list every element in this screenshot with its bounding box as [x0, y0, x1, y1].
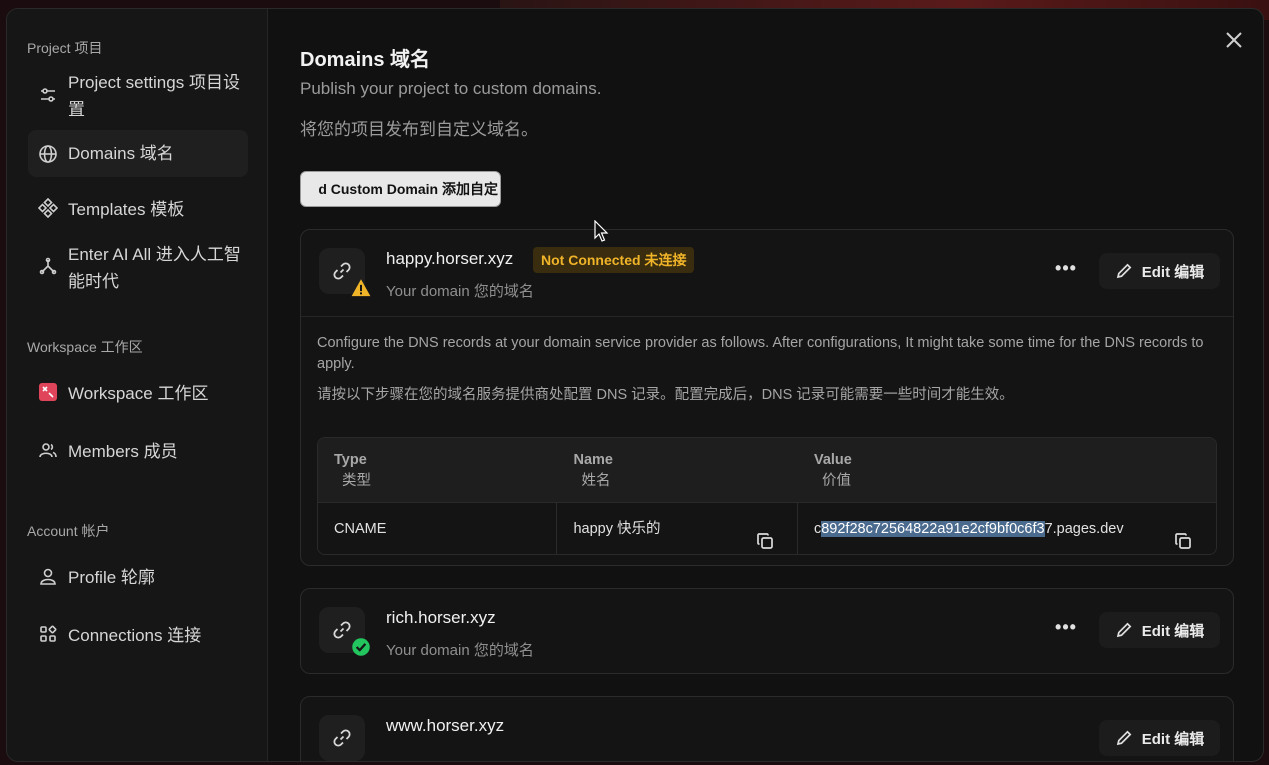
table-row: CNAME happy 快乐的 c892f28c72564822a91e2cf9… — [318, 502, 1216, 554]
templates-icon — [38, 198, 58, 218]
edit-button[interactable]: Edit 编辑 — [1099, 612, 1220, 648]
pencil-icon — [1116, 622, 1132, 638]
page-subtitle: Publish your project to custom domains. — [300, 79, 602, 98]
domain-card-header: www.horser.xyz Edit 编辑 — [301, 697, 1233, 761]
sidebar: Project 项目 Project settings 项目设置 Domains… — [7, 9, 268, 761]
globe-icon — [38, 144, 58, 164]
edit-button[interactable]: Edit 编辑 — [1099, 720, 1220, 756]
dns-description: Configure the DNS records at your domain… — [317, 335, 1204, 372]
sidebar-item-label: Project settings 项目设置 — [68, 73, 240, 119]
sidebar-item-label: Domains 域名 — [68, 144, 174, 163]
sidebar-item-ai[interactable]: Enter AI All 进入人工智能时代 — [28, 239, 248, 297]
domain-name: www.horser.xyz — [386, 716, 505, 735]
domain-card-header: rich.horser.xyz Your domain 您的域名 ••• Edi… — [301, 589, 1233, 673]
domain-card: happy.horser.xyz Not Connected 未连接 Your … — [300, 229, 1234, 566]
close-button[interactable] — [1223, 29, 1245, 51]
members-icon — [38, 440, 58, 460]
sidebar-item-templates[interactable]: Templates 模板 — [28, 194, 248, 225]
domain-card: rich.horser.xyz Your domain 您的域名 ••• Edi… — [300, 588, 1234, 674]
sidebar-item-members[interactable]: Members 成员 — [28, 436, 248, 467]
mouse-cursor-icon — [594, 220, 609, 242]
sidebar-section-workspace: Workspace 工作区 — [27, 339, 143, 355]
domain-card: www.horser.xyz Edit 编辑 — [300, 696, 1234, 761]
sidebar-item-profile[interactable]: Profile 轮廓 — [28, 562, 248, 593]
domain-subtitle: Your domain 您的域名 — [386, 283, 534, 300]
pencil-icon — [1116, 730, 1132, 746]
domain-link-icon — [319, 607, 370, 656]
user-icon — [38, 566, 58, 586]
record-name: happy 快乐的 — [573, 521, 661, 537]
sidebar-item-workspace[interactable]: Workspace 工作区 — [28, 378, 248, 409]
sidebar-section-account: Account 帐户 — [27, 523, 110, 539]
table-header: Type 类型 Name 姓名 Value 价值 — [318, 438, 1216, 502]
copy-icon[interactable] — [1174, 520, 1192, 549]
close-icon — [1226, 32, 1242, 48]
column-header-value: Value 价值 — [813, 452, 852, 489]
sidebar-item-project-settings[interactable]: Project settings 项目设置 — [28, 67, 248, 125]
domain-card-header: happy.horser.xyz Not Connected 未连接 Your … — [301, 230, 1233, 316]
dns-instructions: Configure the DNS records at your domain… — [301, 316, 1233, 565]
domain-name: rich.horser.xyz — [386, 608, 496, 627]
domain-name: happy.horser.xyz — [386, 249, 514, 268]
ai-icon — [38, 257, 58, 277]
copy-icon[interactable] — [756, 520, 774, 549]
sidebar-item-label: Connections 连接 — [68, 626, 202, 645]
record-name-cell: happy 快乐的 — [557, 503, 798, 554]
sliders-icon — [38, 85, 58, 105]
domain-link-icon — [319, 248, 371, 297]
column-header-name: Name 姓名 — [573, 452, 613, 489]
warning-icon — [351, 279, 371, 297]
edit-button-label: Edit 编辑 — [1141, 622, 1205, 640]
pencil-icon — [1116, 263, 1132, 279]
workspace-logo-icon — [38, 382, 58, 402]
domain-link-icon — [319, 715, 365, 761]
column-header-type: Type 类型 — [334, 452, 371, 489]
domain-subtitle: Your domain 您的域名 — [386, 642, 534, 659]
more-options-button[interactable]: ••• — [1055, 258, 1077, 282]
edit-button-label: Edit 编辑 — [1141, 263, 1205, 281]
record-value[interactable]: c892f28c72564822a91e2cf9bf0c6f37.pages.d… — [814, 521, 1124, 537]
edit-button[interactable]: Edit 编辑 — [1099, 253, 1220, 289]
record-type: CNAME — [318, 503, 558, 554]
sidebar-item-connections[interactable]: Connections 连接 — [28, 620, 248, 651]
sidebar-item-label: Members 成员 — [68, 442, 178, 461]
sidebar-item-label: Templates 模板 — [68, 200, 185, 219]
page-title: Domains 域名 — [300, 49, 431, 71]
edit-button-label: Edit 编辑 — [1141, 730, 1205, 748]
sidebar-item-label: Workspace 工作区 — [68, 384, 209, 403]
sidebar-item-domains[interactable]: Domains 域名 — [28, 130, 248, 177]
dns-description-zh: 请按以下步骤在您的域名服务提供商处配置 DNS 记录。配置完成后，DNS 记录可… — [317, 387, 1014, 403]
settings-modal: Project 项目 Project settings 项目设置 Domains… — [6, 8, 1264, 762]
add-custom-domain-button[interactable]: d Custom Domain 添加自定 — [300, 171, 501, 207]
page-subtitle-zh: 将您的项目发布到自定义域名。 — [300, 120, 538, 139]
dns-records-table: Type类型 Name姓名 Value价值 CNAME happy 快乐的 — [317, 437, 1217, 555]
sidebar-section-project: Project 项目 — [27, 40, 103, 56]
sidebar-item-label: Enter AI All 进入人工智能时代 — [68, 245, 241, 291]
status-badge: Not Connected 未连接 — [533, 247, 695, 273]
more-options-button[interactable]: ••• — [1055, 617, 1077, 641]
check-circle-icon — [352, 638, 370, 656]
record-value-cell[interactable]: c892f28c72564822a91e2cf9bf0c6f37.pages.d… — [798, 503, 1216, 554]
sidebar-item-label: Profile 轮廓 — [68, 568, 155, 587]
connections-icon — [38, 624, 58, 644]
